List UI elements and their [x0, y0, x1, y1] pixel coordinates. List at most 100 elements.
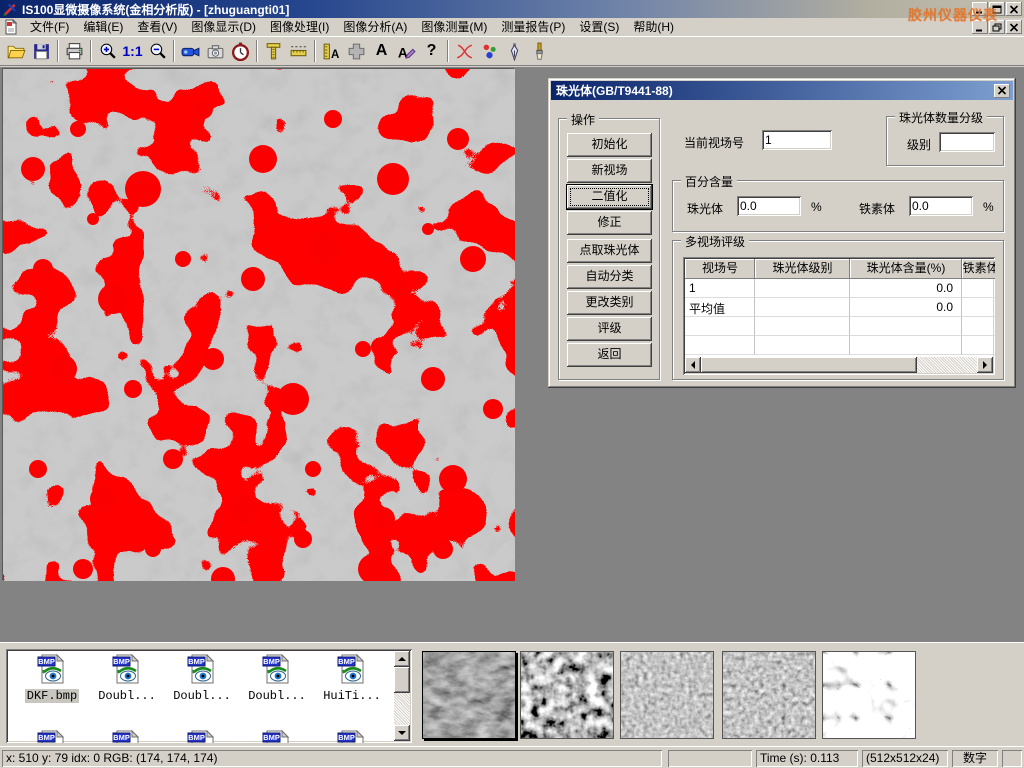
scroll-down-arrow[interactable] — [394, 725, 410, 741]
auto-classify-button[interactable]: 自动分类 — [567, 265, 652, 289]
col-ferrite-content[interactable]: 铁素体含量(%) — [962, 259, 995, 279]
document-icon[interactable] — [3, 19, 19, 35]
scroll-left-arrow[interactable] — [685, 357, 701, 373]
open-file-button[interactable] — [4, 39, 29, 64]
col-pearlite-content[interactable]: 珠光体含量(%) — [850, 259, 962, 279]
file-item[interactable]: DKF.bmp — [16, 653, 88, 703]
measure-label-button[interactable]: A — [319, 39, 344, 64]
percent-sign: % — [811, 200, 822, 214]
bmp-file-icon — [36, 653, 68, 685]
file-name[interactable]: Doubl... — [96, 689, 158, 703]
application-window: { "window": { "title": "IS100显微摄像系统(金相分析… — [0, 0, 1024, 768]
col-field-number[interactable]: 视场号 — [685, 259, 755, 279]
percent-sign: % — [983, 200, 994, 214]
cell-grade — [755, 279, 850, 298]
table-row[interactable]: 1 0.0 — [685, 279, 995, 298]
window-maximize-button[interactable] — [989, 2, 1005, 16]
initialize-button[interactable]: 初始化 — [567, 133, 652, 157]
zoom-out-button[interactable] — [145, 39, 170, 64]
menu-file[interactable]: 文件(F) — [23, 19, 76, 35]
menu-settings[interactable]: 设置(S) — [572, 19, 626, 35]
thumbnail[interactable] — [620, 651, 714, 739]
file-item[interactable] — [16, 729, 88, 743]
menu-edit[interactable]: 编辑(E) — [76, 19, 130, 35]
menu-image-processing[interactable]: 图像处理(I) — [263, 19, 336, 35]
menu-image-analysis[interactable]: 图像分析(A) — [336, 19, 414, 35]
window-minimize-button[interactable] — [972, 2, 988, 16]
menu-help[interactable]: 帮助(H) — [626, 19, 681, 35]
current-field-input[interactable] — [762, 130, 832, 150]
particle-analysis-button[interactable] — [477, 39, 502, 64]
bmp-file-icon — [186, 653, 218, 685]
bmp-file-icon — [111, 653, 143, 685]
edit-annotation-button[interactable]: A — [394, 39, 419, 64]
file-browser-panel: DKF.bmp Doubl... Doubl... Doubl... HuiTi… — [0, 642, 1024, 746]
menu-measure-report[interactable]: 测量报告(P) — [494, 19, 572, 35]
thumbnail[interactable] — [520, 651, 614, 739]
menu-image-display[interactable]: 图像显示(D) — [184, 19, 263, 35]
photo-capture-button[interactable] — [203, 39, 228, 64]
scroll-right-arrow[interactable] — [977, 357, 993, 373]
cell-pearlite: 0.0 — [850, 279, 962, 298]
curve-tool-button[interactable] — [452, 39, 477, 64]
video-capture-button[interactable] — [178, 39, 203, 64]
file-list-scrollbar[interactable] — [394, 651, 410, 741]
pearlite-percent-input[interactable] — [737, 196, 801, 216]
ruler-measure-button[interactable] — [286, 39, 311, 64]
binarize-button[interactable]: 二值化 — [567, 185, 652, 209]
actual-size-label: 1:1 — [122, 43, 142, 59]
file-item[interactable] — [166, 729, 238, 743]
file-item[interactable]: HuiTi... — [316, 653, 388, 703]
child-restore-button[interactable] — [989, 20, 1005, 34]
thumbnail[interactable] — [822, 651, 916, 739]
dialog-close-button[interactable] — [994, 84, 1010, 98]
file-name[interactable]: Doubl... — [246, 689, 308, 703]
file-item[interactable] — [241, 729, 313, 743]
save-button[interactable] — [29, 39, 54, 64]
new-field-button[interactable]: 新视场 — [567, 159, 652, 183]
grade-input[interactable] — [939, 132, 995, 152]
file-name[interactable]: HuiTi... — [321, 689, 383, 703]
timer-button[interactable] — [228, 39, 253, 64]
operation-group: 操作 初始化 新视场 二值化 修正 点取珠光体 自动分类 更改类别 评级 返回 — [558, 118, 660, 380]
correct-button[interactable]: 修正 — [567, 211, 652, 235]
file-item[interactable]: Doubl... — [166, 653, 238, 703]
menu-image-measure[interactable]: 图像测量(M) — [414, 19, 494, 35]
change-class-button[interactable]: 更改类别 — [567, 291, 652, 315]
scrollbar-thumb[interactable] — [394, 667, 410, 693]
dialog-title-bar[interactable]: 珠光体(GB/T9441-88) — [551, 81, 1013, 100]
grade-button[interactable]: 评级 — [567, 317, 652, 341]
brush-tool-button[interactable] — [527, 39, 552, 64]
text-annotation-button[interactable]: A — [369, 39, 394, 64]
file-item[interactable] — [91, 729, 163, 743]
child-minimize-button[interactable] — [972, 20, 988, 34]
print-button[interactable] — [62, 39, 87, 64]
file-item[interactable]: Doubl... — [241, 653, 313, 703]
toolbar-separator — [90, 40, 92, 62]
caliper-measure-button[interactable] — [261, 39, 286, 64]
file-item[interactable]: Doubl... — [91, 653, 163, 703]
pen-tool-button[interactable] — [502, 39, 527, 64]
actual-size-button[interactable]: 1:1 — [120, 39, 145, 64]
window-close-button[interactable] — [1006, 2, 1022, 16]
col-pearlite-grade[interactable]: 珠光体级别 — [755, 259, 850, 279]
ferrite-percent-input[interactable] — [909, 196, 973, 216]
table-horizontal-scrollbar[interactable] — [685, 357, 993, 373]
scrollbar-thumb[interactable] — [701, 357, 917, 373]
pick-pearlite-button[interactable]: 点取珠光体 — [567, 239, 652, 263]
merge-cross-button[interactable] — [344, 39, 369, 64]
micrograph-image[interactable] — [2, 68, 514, 580]
help-button[interactable]: ? — [419, 39, 444, 64]
toolbar-separator — [447, 40, 449, 62]
scroll-up-arrow[interactable] — [394, 651, 410, 667]
file-name[interactable]: Doubl... — [171, 689, 233, 703]
return-button[interactable]: 返回 — [567, 343, 652, 367]
table-row[interactable]: 平均值 0.0 — [685, 298, 995, 317]
thumbnail[interactable] — [722, 651, 816, 739]
zoom-in-button[interactable] — [95, 39, 120, 64]
thumbnail-selected[interactable] — [422, 651, 516, 739]
menu-view[interactable]: 查看(V) — [130, 19, 184, 35]
child-close-button[interactable] — [1006, 20, 1022, 34]
file-item[interactable] — [316, 729, 388, 743]
file-name[interactable]: DKF.bmp — [25, 689, 79, 703]
